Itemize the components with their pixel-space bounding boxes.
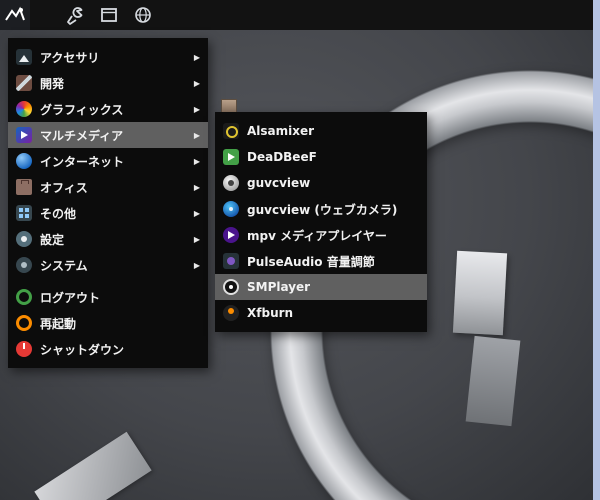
menu-item-label: シャットダウン [40, 342, 125, 357]
shutdown-icon [16, 341, 32, 357]
submenu-item-alsamixer[interactable]: Alsamixer [215, 118, 427, 144]
submenu-item-label: DeaDBeeF [247, 150, 317, 164]
wallpaper-emblem-foot [34, 431, 152, 500]
window-button[interactable] [94, 0, 124, 30]
menu-item-label: 設定 [40, 232, 65, 247]
screen-edge-strip [593, 0, 600, 500]
wallpaper-emblem-bar [452, 250, 508, 336]
submenu-item-xfburn[interactable]: Xfburn [215, 300, 427, 326]
menu-item-multimedia[interactable]: マルチメディア ▶ [8, 122, 208, 148]
submenu-item-smplayer[interactable]: SMPlayer [215, 274, 427, 300]
menu-item-label: 開発 [40, 76, 65, 91]
submenu-arrow-icon: ▶ [193, 52, 200, 62]
multimedia-icon [16, 127, 32, 143]
submenu-arrow-icon: ▶ [193, 208, 200, 218]
menu-item-restart[interactable]: 再起動 [8, 310, 208, 336]
menu-item-label: インターネット [40, 154, 125, 169]
menu-item-label: システム [40, 258, 88, 273]
menu-item-graphics[interactable]: グラフィックス ▶ [8, 96, 208, 122]
submenu-item-pulseaudio[interactable]: PulseAudio 音量調節 [215, 248, 427, 274]
menu-item-internet[interactable]: インターネット ▶ [8, 148, 208, 174]
menu-item-development[interactable]: 開発 ▶ [8, 70, 208, 96]
menu-item-label: マルチメディア [40, 128, 124, 143]
submenu-item-label: Xfburn [247, 306, 294, 320]
wrench-icon [67, 7, 83, 25]
logout-icon [16, 289, 32, 305]
pulseaudio-icon [223, 253, 239, 269]
office-icon [16, 179, 32, 195]
menu-item-accessories[interactable]: アクセサリ ▶ [8, 44, 208, 70]
submenu-item-label: mpv メディアプレイヤー [247, 228, 387, 243]
submenu-arrow-icon: ▶ [193, 78, 200, 88]
app-menu-button[interactable] [0, 0, 30, 30]
submenu-arrow-icon: ▶ [193, 260, 200, 270]
submenu-item-label: SMPlayer [247, 280, 311, 294]
submenu-arrow-icon: ▶ [193, 182, 200, 192]
internet-icon [16, 153, 32, 169]
submenu-item-mpv[interactable]: mpv メディアプレイヤー [215, 222, 427, 248]
others-icon [16, 205, 32, 221]
menu-item-label: オフィス [40, 180, 88, 195]
restart-icon [16, 315, 32, 331]
submenu-arrow-icon: ▶ [193, 234, 200, 244]
globe-icon [135, 7, 151, 23]
xfburn-icon [223, 305, 239, 321]
menu-item-others[interactable]: その他 ▶ [8, 200, 208, 226]
submenu-arrow-icon: ▶ [193, 130, 200, 140]
wallpaper-emblem-bar-lower [465, 335, 521, 427]
menu-item-system[interactable]: システム ▶ [8, 252, 208, 278]
artifact-icon [221, 99, 237, 113]
webcam-icon [223, 201, 239, 217]
settings-icon [16, 231, 32, 247]
smplayer-icon [223, 279, 239, 295]
window-icon [101, 8, 117, 22]
menu-item-logout[interactable]: ログアウト [8, 284, 208, 310]
submenu-item-deadbeef[interactable]: DeaDBeeF [215, 144, 427, 170]
top-panel [0, 0, 600, 30]
menu-item-label: ログアウト [40, 290, 101, 305]
menu-item-label: グラフィックス [40, 102, 124, 117]
system-icon [16, 257, 32, 273]
guvcview-icon [223, 175, 239, 191]
menu-item-label: その他 [40, 206, 77, 221]
menu-item-settings[interactable]: 設定 ▶ [8, 226, 208, 252]
app-menu-logo-icon [5, 6, 25, 21]
accessories-icon [16, 49, 32, 65]
tools-button[interactable] [60, 0, 90, 30]
submenu-item-label: PulseAudio 音量調節 [247, 254, 375, 269]
network-button[interactable] [128, 0, 158, 30]
alsamixer-icon [223, 123, 239, 139]
menu-item-label: アクセサリ [40, 50, 100, 65]
mpv-icon [223, 227, 239, 243]
submenu-item-label: guvcview [247, 176, 311, 190]
desktop: アクセサリ ▶ 開発 ▶ グラフィックス ▶ マルチメディア ▶ インターネット… [0, 0, 600, 500]
menu-item-shutdown[interactable]: シャットダウン [8, 336, 208, 362]
deadbeef-icon [223, 149, 239, 165]
submenu-arrow-icon: ▶ [193, 156, 200, 166]
menu-item-label: 再起動 [40, 316, 77, 331]
development-icon [16, 75, 32, 91]
submenu-item-guvcview-webcam[interactable]: guvcview (ウェブカメラ) [215, 196, 427, 222]
multimedia-submenu: Alsamixer DeaDBeeF guvcview guvcview (ウェ… [215, 112, 427, 332]
submenu-arrow-icon: ▶ [193, 104, 200, 114]
graphics-icon [16, 101, 32, 117]
submenu-item-guvcview[interactable]: guvcview [215, 170, 427, 196]
submenu-item-label: Alsamixer [247, 124, 315, 138]
application-menu: アクセサリ ▶ 開発 ▶ グラフィックス ▶ マルチメディア ▶ インターネット… [8, 38, 208, 368]
submenu-item-label: guvcview (ウェブカメラ) [247, 202, 398, 217]
menu-item-office[interactable]: オフィス ▶ [8, 174, 208, 200]
